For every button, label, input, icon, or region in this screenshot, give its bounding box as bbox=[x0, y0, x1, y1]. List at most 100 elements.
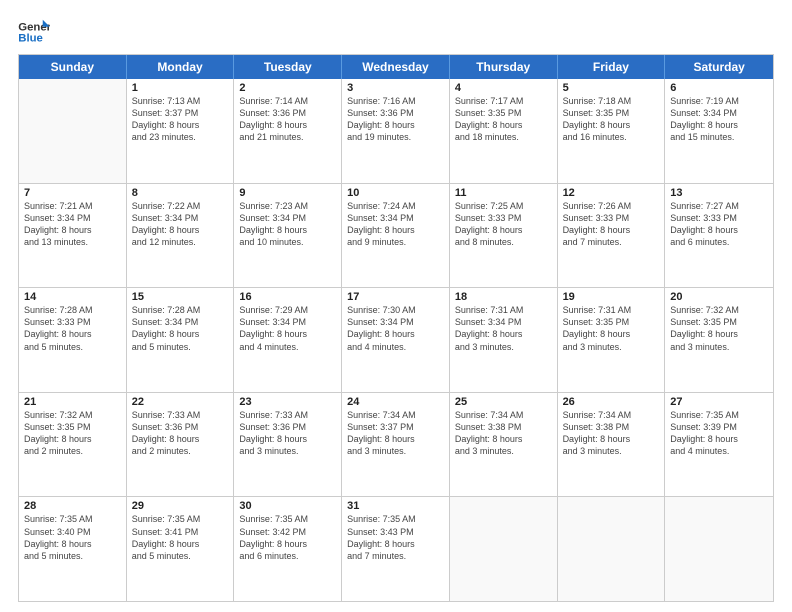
cell-line: Daylight: 8 hours bbox=[347, 224, 444, 236]
cell-line: and 6 minutes. bbox=[670, 236, 768, 248]
day-number: 8 bbox=[132, 187, 229, 199]
cell-line: Sunset: 3:34 PM bbox=[132, 316, 229, 328]
cell-line: and 4 minutes. bbox=[347, 341, 444, 353]
cell-line: Daylight: 8 hours bbox=[670, 433, 768, 445]
cell-line: Sunrise: 7:35 AM bbox=[24, 513, 121, 525]
day-number: 22 bbox=[132, 396, 229, 408]
day-cell-empty bbox=[558, 497, 666, 601]
cell-line: Sunset: 3:34 PM bbox=[239, 212, 336, 224]
day-cell-4: 4Sunrise: 7:17 AMSunset: 3:35 PMDaylight… bbox=[450, 79, 558, 183]
cell-line: Sunrise: 7:30 AM bbox=[347, 304, 444, 316]
cell-line: Sunset: 3:33 PM bbox=[563, 212, 660, 224]
weekday-header: Thursday bbox=[450, 55, 558, 79]
day-number: 4 bbox=[455, 82, 552, 94]
calendar: SundayMondayTuesdayWednesdayThursdayFrid… bbox=[18, 54, 774, 602]
cell-line: and 2 minutes. bbox=[132, 445, 229, 457]
day-number: 10 bbox=[347, 187, 444, 199]
day-cell-8: 8Sunrise: 7:22 AMSunset: 3:34 PMDaylight… bbox=[127, 184, 235, 288]
weekday-header: Sunday bbox=[19, 55, 127, 79]
cell-line: and 7 minutes. bbox=[347, 550, 444, 562]
cell-line: Sunrise: 7:21 AM bbox=[24, 200, 121, 212]
day-number: 12 bbox=[563, 187, 660, 199]
cell-line: Sunrise: 7:35 AM bbox=[670, 409, 768, 421]
day-cell-empty bbox=[450, 497, 558, 601]
cell-line: and 12 minutes. bbox=[132, 236, 229, 248]
cell-line: Sunrise: 7:35 AM bbox=[132, 513, 229, 525]
cell-line: Sunset: 3:35 PM bbox=[563, 316, 660, 328]
cell-line: Sunset: 3:35 PM bbox=[455, 107, 552, 119]
day-number: 1 bbox=[132, 82, 229, 94]
cell-line: and 3 minutes. bbox=[563, 445, 660, 457]
cell-line: Sunrise: 7:17 AM bbox=[455, 95, 552, 107]
cell-line: and 13 minutes. bbox=[24, 236, 121, 248]
cell-line: and 3 minutes. bbox=[670, 341, 768, 353]
day-cell-15: 15Sunrise: 7:28 AMSunset: 3:34 PMDayligh… bbox=[127, 288, 235, 392]
calendar-row: 21Sunrise: 7:32 AMSunset: 3:35 PMDayligh… bbox=[19, 393, 773, 498]
day-cell-11: 11Sunrise: 7:25 AMSunset: 3:33 PMDayligh… bbox=[450, 184, 558, 288]
svg-text:Blue: Blue bbox=[18, 33, 43, 45]
day-number: 23 bbox=[239, 396, 336, 408]
cell-line: Sunset: 3:33 PM bbox=[24, 316, 121, 328]
cell-line: Sunset: 3:37 PM bbox=[347, 421, 444, 433]
day-cell-27: 27Sunrise: 7:35 AMSunset: 3:39 PMDayligh… bbox=[665, 393, 773, 497]
cell-line: Daylight: 8 hours bbox=[239, 538, 336, 550]
weekday-header: Friday bbox=[558, 55, 666, 79]
cell-line: Sunrise: 7:31 AM bbox=[563, 304, 660, 316]
calendar-row: 7Sunrise: 7:21 AMSunset: 3:34 PMDaylight… bbox=[19, 184, 773, 289]
day-number: 27 bbox=[670, 396, 768, 408]
day-cell-3: 3Sunrise: 7:16 AMSunset: 3:36 PMDaylight… bbox=[342, 79, 450, 183]
cell-line: Daylight: 8 hours bbox=[132, 224, 229, 236]
cell-line: and 4 minutes. bbox=[670, 445, 768, 457]
calendar-row: 14Sunrise: 7:28 AMSunset: 3:33 PMDayligh… bbox=[19, 288, 773, 393]
day-number: 28 bbox=[24, 500, 121, 512]
day-cell-16: 16Sunrise: 7:29 AMSunset: 3:34 PMDayligh… bbox=[234, 288, 342, 392]
cell-line: and 21 minutes. bbox=[239, 131, 336, 143]
cell-line: and 18 minutes. bbox=[455, 131, 552, 143]
cell-line: Daylight: 8 hours bbox=[24, 538, 121, 550]
cell-line: Sunrise: 7:35 AM bbox=[347, 513, 444, 525]
cell-line: Sunrise: 7:18 AM bbox=[563, 95, 660, 107]
cell-line: Sunset: 3:35 PM bbox=[563, 107, 660, 119]
day-number: 20 bbox=[670, 291, 768, 303]
cell-line: Daylight: 8 hours bbox=[455, 119, 552, 131]
logo: General Blue bbox=[18, 18, 50, 46]
cell-line: Sunrise: 7:13 AM bbox=[132, 95, 229, 107]
cell-line: Sunset: 3:38 PM bbox=[455, 421, 552, 433]
day-cell-25: 25Sunrise: 7:34 AMSunset: 3:38 PMDayligh… bbox=[450, 393, 558, 497]
day-cell-30: 30Sunrise: 7:35 AMSunset: 3:42 PMDayligh… bbox=[234, 497, 342, 601]
cell-line: Sunset: 3:35 PM bbox=[670, 316, 768, 328]
cell-line: Daylight: 8 hours bbox=[563, 224, 660, 236]
cell-line: Sunset: 3:36 PM bbox=[132, 421, 229, 433]
cell-line: Daylight: 8 hours bbox=[563, 119, 660, 131]
cell-line: Sunrise: 7:22 AM bbox=[132, 200, 229, 212]
day-number: 18 bbox=[455, 291, 552, 303]
cell-line: Sunset: 3:43 PM bbox=[347, 526, 444, 538]
weekday-header: Tuesday bbox=[234, 55, 342, 79]
day-number: 5 bbox=[563, 82, 660, 94]
cell-line: and 15 minutes. bbox=[670, 131, 768, 143]
cell-line: and 3 minutes. bbox=[347, 445, 444, 457]
cell-line: Sunrise: 7:25 AM bbox=[455, 200, 552, 212]
day-number: 30 bbox=[239, 500, 336, 512]
day-number: 11 bbox=[455, 187, 552, 199]
day-number: 6 bbox=[670, 82, 768, 94]
cell-line: Daylight: 8 hours bbox=[670, 119, 768, 131]
cell-line: and 3 minutes. bbox=[455, 341, 552, 353]
day-number: 25 bbox=[455, 396, 552, 408]
cell-line: Daylight: 8 hours bbox=[563, 328, 660, 340]
cell-line: and 3 minutes. bbox=[563, 341, 660, 353]
day-cell-7: 7Sunrise: 7:21 AMSunset: 3:34 PMDaylight… bbox=[19, 184, 127, 288]
cell-line: Sunrise: 7:32 AM bbox=[24, 409, 121, 421]
day-number: 9 bbox=[239, 187, 336, 199]
cell-line: Sunrise: 7:29 AM bbox=[239, 304, 336, 316]
cell-line: Daylight: 8 hours bbox=[347, 328, 444, 340]
day-number: 31 bbox=[347, 500, 444, 512]
cell-line: Sunset: 3:34 PM bbox=[239, 316, 336, 328]
cell-line: Daylight: 8 hours bbox=[24, 433, 121, 445]
cell-line: Daylight: 8 hours bbox=[132, 328, 229, 340]
day-cell-1: 1Sunrise: 7:13 AMSunset: 3:37 PMDaylight… bbox=[127, 79, 235, 183]
cell-line: Sunset: 3:33 PM bbox=[670, 212, 768, 224]
cell-line: Sunrise: 7:23 AM bbox=[239, 200, 336, 212]
page: General Blue SundayMondayTuesdayWednesda… bbox=[0, 0, 792, 612]
cell-line: Sunrise: 7:14 AM bbox=[239, 95, 336, 107]
